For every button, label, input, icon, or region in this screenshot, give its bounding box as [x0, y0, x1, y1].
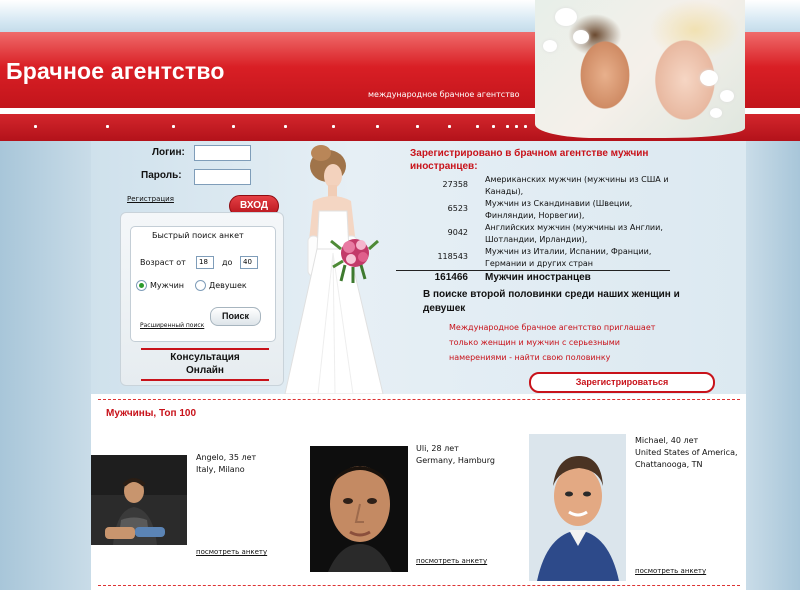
nav-dot	[106, 125, 109, 128]
nav-dot	[232, 125, 235, 128]
flower-decoration	[700, 70, 718, 86]
stats-total-rule	[396, 270, 670, 271]
stat-total-count: 161466	[434, 272, 468, 283]
profile-name-age: Michael, 40 лет	[635, 436, 699, 445]
stat-desc-england: Английских мужчин (мужчины из Англии, Шо…	[485, 223, 663, 244]
right-sidebar	[746, 141, 800, 590]
stat-desc-scandinavia: Мужчин из Скандинавии (Швеции, Финляндии…	[485, 199, 633, 220]
nav-dot	[34, 125, 37, 128]
stats-title: Зарегистрировано в брачном агентстве муж…	[410, 148, 649, 172]
profile-location: United States of America,	[635, 448, 738, 457]
age-from-input[interactable]: 18	[196, 256, 214, 269]
stat-desc-europe: Мужчин из Италии, Испании, Франции, Герм…	[485, 247, 652, 268]
flower-decoration	[573, 30, 589, 44]
nav-dot	[172, 125, 175, 128]
online-consultation[interactable]: Консультация Онлайн	[141, 351, 269, 377]
left-sidebar	[0, 141, 91, 590]
flower-decoration	[555, 8, 577, 26]
age-to-label: до	[222, 258, 233, 267]
password-input[interactable]	[194, 169, 251, 185]
couple-photo	[535, 0, 745, 138]
register-link[interactable]: Регистрация	[127, 195, 174, 203]
stat-count-scandinavia: 6523	[447, 204, 468, 213]
invitation-text: Международное брачное агентство приглаша…	[449, 323, 656, 362]
profile-name-age: Angelo, 35 лет	[196, 453, 257, 462]
profile-info: Angelo, 35 лет Italy, Milano	[196, 452, 256, 476]
bride-photo	[283, 141, 395, 394]
age-from-label: Возраст от	[140, 258, 186, 267]
search-button[interactable]: Поиск	[210, 307, 261, 326]
register-button[interactable]: Зарегистрироваться	[529, 372, 715, 393]
women-radio-label: Девушек	[209, 281, 247, 290]
nav-dot	[524, 125, 527, 128]
search-info-text: В поиске второй половинки среди наших же…	[423, 289, 680, 314]
profile-photo[interactable]	[91, 455, 187, 545]
nav-dot	[506, 125, 509, 128]
quick-search-title: Быстрый поиск анкет	[152, 231, 244, 240]
advanced-search-link[interactable]: Расширенный поиск	[140, 322, 204, 329]
login-input[interactable]	[194, 145, 251, 161]
view-profile-link[interactable]: посмотреть анкету	[196, 548, 267, 556]
nav-dot	[515, 125, 518, 128]
flower-decoration	[710, 108, 722, 118]
consultation-line1: Консультация	[170, 352, 240, 363]
login-label: Логин:	[152, 147, 185, 158]
section-divider-top	[98, 399, 740, 400]
consultation-line2: Онлайн	[186, 365, 224, 376]
stat-count-england: 9042	[447, 228, 468, 237]
nav-dot	[492, 125, 495, 128]
site-tagline: международное брачное агентство	[368, 90, 520, 99]
profile-info: Uli, 28 лет Germany, Hamburg	[416, 443, 495, 467]
nav-dot	[284, 125, 287, 128]
view-profile-link[interactable]: посмотреть анкету	[416, 557, 487, 565]
top100-title: Мужчины, Топ 100	[106, 408, 197, 419]
nav-dot	[476, 125, 479, 128]
men-radio[interactable]	[136, 280, 147, 291]
profile-location: Italy, Milano	[196, 465, 245, 474]
site-title[interactable]: Брачное агентство	[6, 58, 225, 85]
consultation-top-rule	[141, 348, 269, 350]
men-radio-label: Мужчин	[150, 281, 184, 290]
nav-dot	[416, 125, 419, 128]
consultation-bottom-rule	[141, 379, 269, 381]
age-to-input[interactable]: 40	[240, 256, 258, 269]
stat-count-usa: 27358	[442, 180, 468, 189]
view-profile-link[interactable]: посмотреть анкету	[635, 567, 706, 575]
password-label: Пароль:	[141, 170, 182, 181]
nav-dot	[332, 125, 335, 128]
profile-location: Germany, Hamburg	[416, 456, 495, 465]
flower-decoration	[543, 40, 557, 52]
stat-count-europe: 118543	[437, 252, 468, 261]
profile-location-city: Chattanooga, TN	[635, 460, 703, 469]
stat-desc-usa: Американских мужчин (мужчины из США и Ка…	[485, 175, 669, 196]
nav-dot	[376, 125, 379, 128]
profile-info: Michael, 40 лет United States of America…	[635, 435, 738, 471]
flower-decoration	[720, 90, 734, 102]
nav-dot	[448, 125, 451, 128]
women-radio[interactable]	[195, 280, 206, 291]
stat-total-label: Мужчин иностранцев	[485, 272, 591, 283]
profile-photo[interactable]	[310, 446, 408, 572]
section-divider-bottom	[98, 585, 740, 586]
profile-photo[interactable]	[529, 434, 626, 581]
profile-name-age: Uli, 28 лет	[416, 444, 459, 453]
